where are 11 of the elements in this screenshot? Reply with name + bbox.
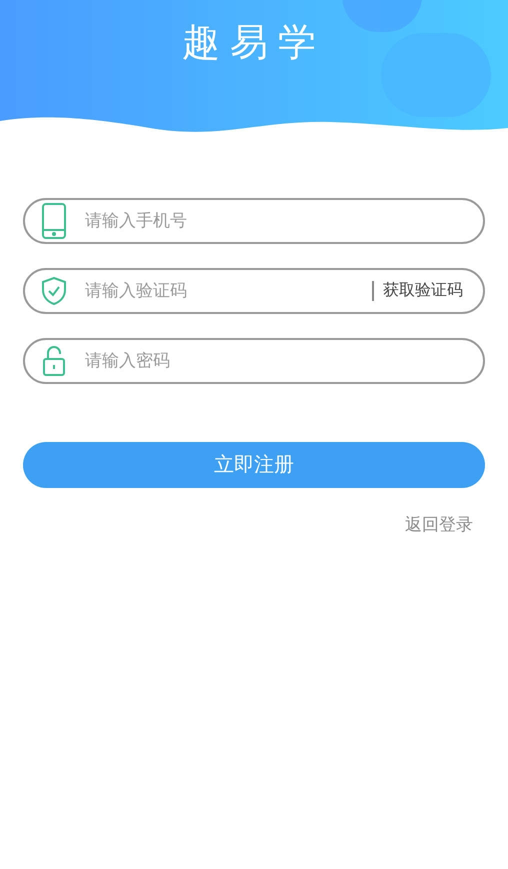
input-field[interactable]: 请输入密码	[85, 348, 463, 374]
unlocked-padlock-icon	[43, 346, 65, 376]
text-field[interactable]: 请输入手机号	[23, 198, 485, 244]
get-code-button[interactable]: 获取验证码	[372, 281, 463, 301]
text-field[interactable]: 请输入验证码 获取验证码	[23, 268, 485, 314]
phone-icon	[42, 203, 66, 239]
text-field[interactable]: 请输入密码	[23, 338, 485, 384]
shield-check-icon	[42, 277, 66, 305]
input-field[interactable]: 请输入手机号	[85, 208, 463, 234]
input-field[interactable]: 请输入验证码	[85, 278, 372, 304]
app-title: 趣易学	[182, 19, 326, 66]
